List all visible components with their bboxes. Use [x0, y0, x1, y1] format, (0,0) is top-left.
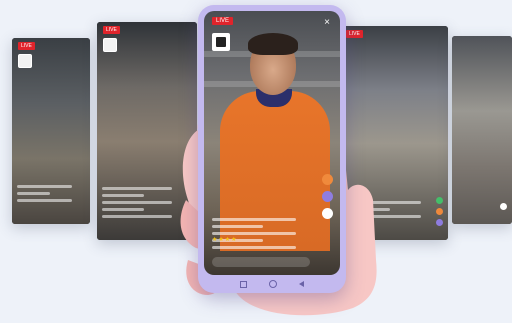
- chat-message: [102, 194, 144, 197]
- chat-feed: [17, 181, 72, 202]
- stream-scene: [452, 36, 512, 224]
- chat-message: [17, 199, 72, 202]
- chat-message: [17, 192, 50, 195]
- chat-message: [212, 246, 297, 249]
- reaction-icons: [322, 168, 334, 219]
- store-avatar: [18, 54, 32, 68]
- live-badge: LIVE: [346, 30, 363, 38]
- home-icon[interactable]: [269, 280, 277, 288]
- phone-device: LIVE × ★★★★: [198, 5, 346, 293]
- heart-icon[interactable]: [436, 219, 443, 226]
- heart-icon[interactable]: [322, 191, 333, 202]
- chat-message: [102, 187, 172, 190]
- live-badge: LIVE: [103, 26, 120, 34]
- live-shopping-showcase: LIVE LIVE LIVE LIVE × ★★★★: [0, 0, 512, 323]
- live-stream-card-far-left: LIVE: [12, 38, 90, 224]
- reaction-icons: [500, 199, 508, 210]
- chat-message: [17, 185, 72, 188]
- share-icon[interactable]: [500, 203, 507, 210]
- close-icon[interactable]: ×: [321, 17, 333, 29]
- heart-icon[interactable]: [322, 174, 333, 185]
- chat-feed: [212, 214, 297, 249]
- chat-message: [212, 225, 263, 228]
- store-logo-icon[interactable]: [212, 33, 230, 51]
- live-stream-screen: LIVE × ★★★★: [204, 11, 340, 275]
- rating-stars: ★★★★: [212, 237, 238, 243]
- chat-message: [102, 215, 172, 218]
- comment-input[interactable]: [212, 257, 310, 267]
- live-badge: LIVE: [212, 17, 234, 25]
- chat-message: [212, 232, 297, 235]
- heart-icon[interactable]: [436, 197, 443, 204]
- chat-message: [212, 218, 297, 221]
- live-stream-card-far-right: [452, 36, 512, 224]
- live-badge: LIVE: [18, 42, 35, 50]
- phone-nav-bar: [198, 279, 346, 289]
- reaction-icons: [436, 193, 444, 226]
- chat-message: [102, 208, 144, 211]
- heart-icon[interactable]: [436, 208, 443, 215]
- chat-feed: [102, 183, 172, 218]
- store-avatar: [103, 38, 117, 52]
- chat-message: [102, 201, 172, 204]
- presenter-hair: [248, 33, 298, 55]
- recents-icon[interactable]: [240, 280, 247, 288]
- heart-icon[interactable]: [322, 208, 333, 219]
- back-icon[interactable]: [299, 281, 304, 287]
